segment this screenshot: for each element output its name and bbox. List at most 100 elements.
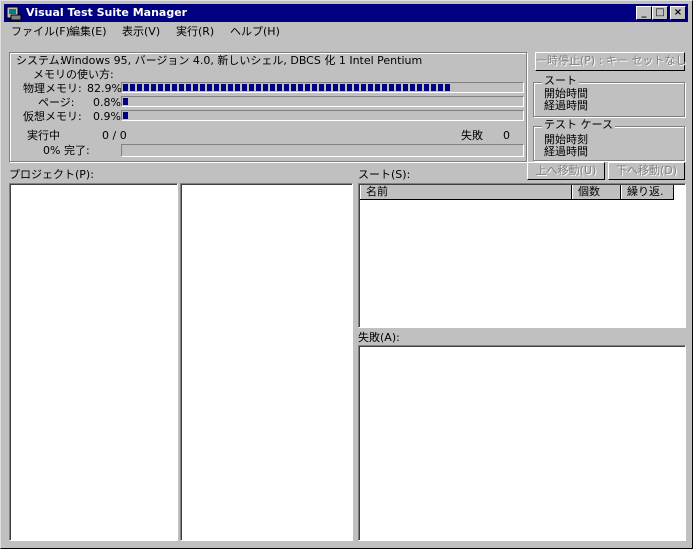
progress-block xyxy=(123,98,128,105)
menu-help[interactable]: ヘルプ(H) xyxy=(230,24,280,40)
failures-list[interactable] xyxy=(358,345,686,541)
progress-block xyxy=(375,84,380,91)
progress-block xyxy=(123,84,128,91)
virtual-memory-fill xyxy=(123,112,128,119)
progress-block xyxy=(368,84,373,91)
menu-view[interactable]: 表示(V) xyxy=(122,24,160,40)
progress-block xyxy=(207,84,212,91)
progress-block xyxy=(417,84,422,91)
menu-edit[interactable]: 編集(E) xyxy=(69,24,107,40)
progress-block xyxy=(200,84,205,91)
page-bar xyxy=(121,96,524,107)
menu-run[interactable]: 実行(R) xyxy=(176,24,214,40)
suite-elapsed-time: 経過時間 xyxy=(544,99,588,112)
progress-block xyxy=(403,84,408,91)
physical-memory-bar xyxy=(121,82,524,93)
page-fill xyxy=(123,98,128,105)
project-list-left[interactable] xyxy=(9,183,178,541)
progress-block xyxy=(193,84,198,91)
progress-block xyxy=(256,84,261,91)
progress-block xyxy=(291,84,296,91)
progress-block xyxy=(158,84,163,91)
progress-block xyxy=(319,84,324,91)
progress-block xyxy=(165,84,170,91)
project-list-right[interactable] xyxy=(180,183,353,541)
maximize-button[interactable]: □ xyxy=(652,6,668,20)
progress-block xyxy=(333,84,338,91)
move-down-button[interactable]: 下へ移動(D) xyxy=(608,162,685,180)
progress-block xyxy=(186,84,191,91)
progress-block xyxy=(445,84,450,91)
progress-block xyxy=(438,84,443,91)
running-label: 実行中 xyxy=(27,129,60,142)
failures-label: 失敗(A): xyxy=(358,331,400,344)
progress-block xyxy=(151,84,156,91)
virtual-memory-value: 0.9% xyxy=(93,110,121,123)
progress-block xyxy=(424,84,429,91)
progress-block xyxy=(123,112,128,119)
progress-block xyxy=(340,84,345,91)
page-value: 0.8% xyxy=(93,96,121,109)
progress-block xyxy=(235,84,240,91)
app-icon[interactable] xyxy=(6,5,22,21)
suite-list[interactable]: 名前 個数 繰り返. xyxy=(358,183,686,328)
progress-block xyxy=(249,84,254,91)
system-label: システム: xyxy=(16,54,64,67)
project-label: プロジェクト(P): xyxy=(9,168,94,181)
progress-block xyxy=(396,84,401,91)
progress-block xyxy=(270,84,275,91)
progress-block xyxy=(263,84,268,91)
page-label: ページ: xyxy=(38,96,75,109)
failed-label: 失敗 xyxy=(461,129,483,142)
progress-block xyxy=(228,84,233,91)
complete-percent: 0% xyxy=(43,144,61,157)
running-value: 0 / 0 xyxy=(102,129,127,142)
physical-memory-value: 82.9% xyxy=(87,82,122,95)
progress-block xyxy=(298,84,303,91)
progress-block xyxy=(410,84,415,91)
virtual-memory-bar xyxy=(121,110,524,121)
minimize-button[interactable]: _ xyxy=(636,6,652,20)
progress-block xyxy=(347,84,352,91)
testcase-group-title: テスト ケース xyxy=(542,118,615,131)
maximize-icon: □ xyxy=(655,7,665,18)
system-value: Windows 95, バージョン 4.0, 新しいシェル, DBCS 化 1 … xyxy=(61,54,423,67)
close-button[interactable]: × xyxy=(670,6,686,20)
menu-bar: ファイル(F) 編集(E) 表示(V) 実行(R) ヘルプ(H) xyxy=(4,23,688,41)
progress-block xyxy=(382,84,387,91)
progress-block xyxy=(361,84,366,91)
failed-value: 0 xyxy=(503,129,510,142)
progress-block xyxy=(130,84,135,91)
suite-group-title: スート xyxy=(542,74,579,87)
progress-block xyxy=(214,84,219,91)
physical-memory-fill xyxy=(123,84,450,91)
progress-block xyxy=(137,84,142,91)
progress-block xyxy=(144,84,149,91)
progress-block xyxy=(312,84,317,91)
title-bar[interactable]: Visual Test Suite Manager _ □ × xyxy=(4,4,688,22)
progress-block xyxy=(305,84,310,91)
progress-block xyxy=(354,84,359,91)
progress-block xyxy=(326,84,331,91)
memory-usage-label: メモリの使い方: xyxy=(33,68,114,81)
suite-column-name[interactable]: 名前 xyxy=(360,184,572,200)
pause-button[interactable]: 一時停止(P) : キー セットなし xyxy=(535,52,686,71)
complete-label: 完了: xyxy=(64,144,90,157)
minimize-icon: _ xyxy=(641,7,647,18)
window-title: Visual Test Suite Manager xyxy=(26,6,188,19)
move-up-button[interactable]: 上へ移動(U) xyxy=(527,162,605,180)
progress-block xyxy=(277,84,282,91)
progress-block xyxy=(221,84,226,91)
progress-block xyxy=(389,84,394,91)
physical-memory-label: 物理メモリ: xyxy=(23,82,82,95)
testcase-elapsed-time: 経過時間 xyxy=(544,145,588,158)
progress-block xyxy=(179,84,184,91)
suite-column-count[interactable]: 個数 xyxy=(572,184,621,200)
virtual-memory-label: 仮想メモリ: xyxy=(23,110,82,123)
progress-block xyxy=(242,84,247,91)
progress-block xyxy=(431,84,436,91)
suite-column-repeat[interactable]: 繰り返. xyxy=(621,184,674,200)
complete-progress-bar xyxy=(121,144,524,157)
close-icon: × xyxy=(673,7,683,18)
menu-file[interactable]: ファイル(F) xyxy=(11,24,70,40)
